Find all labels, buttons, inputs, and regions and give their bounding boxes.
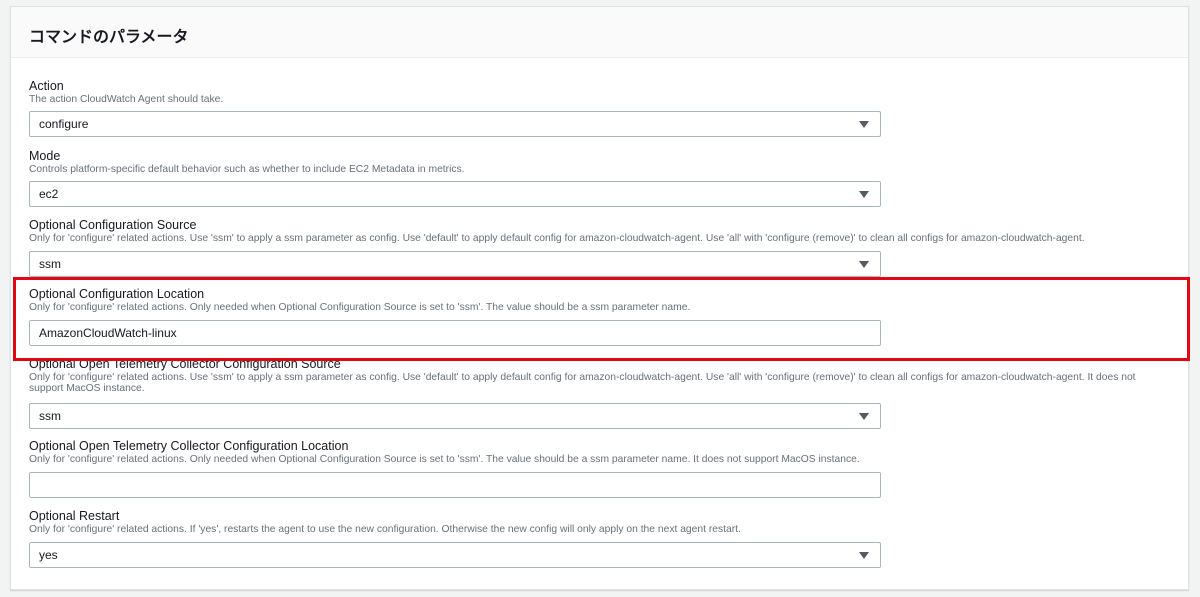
select-value: ssm [39,257,61,271]
select-value: configure [39,117,89,131]
input-value: AmazonCloudWatch-linux [39,326,177,340]
field-description: Only for 'configure' related actions. On… [29,302,691,313]
field-description: Only for 'configure' related actions. Us… [29,233,1085,244]
field-label: Optional Open Telemetry Collector Config… [29,357,341,371]
mode-select[interactable]: ec2 [29,181,881,207]
otel-configuration-source-select[interactable]: ssm [29,403,881,429]
restart-select[interactable]: yes [29,542,881,568]
field-label: Optional Restart [29,509,120,523]
field-description: Only for 'configure' related actions. Us… [29,372,1136,394]
field-label: Mode [29,149,61,163]
field-optional-restart: Optional Restart Only for 'configure' re… [29,509,1170,568]
panel-header: コマンドのパラメータ [11,7,1188,58]
select-value: ssm [39,409,61,423]
field-mode: Mode Controls platform-specific default … [29,149,1170,207]
caret-down-icon [859,413,869,420]
action-select[interactable]: configure [29,111,881,137]
select-value: ec2 [39,187,59,201]
configuration-source-select[interactable]: ssm [29,251,881,277]
otel-configuration-location-input[interactable] [29,472,881,498]
configuration-location-input[interactable]: AmazonCloudWatch-linux [29,320,881,346]
field-description: Controls platform-specific default behav… [29,164,465,175]
field-optional-configuration-location: Optional Configuration Location Only for… [29,287,1170,346]
field-description: Only for 'configure' related actions. If… [29,524,741,535]
field-action: Action The action CloudWatch Agent shoul… [29,79,1170,137]
field-label: Optional Configuration Location [29,287,205,301]
field-description: The action CloudWatch Agent should take. [29,94,224,105]
field-label: Optional Open Telemetry Collector Config… [29,439,349,453]
panel-title: コマンドのパラメータ [29,27,189,46]
field-otel-configuration-source: Optional Open Telemetry Collector Config… [29,357,1170,429]
field-otel-configuration-location: Optional Open Telemetry Collector Config… [29,439,1170,498]
field-label: Action [29,79,64,93]
command-parameters-panel: コマンドのパラメータ Action The action CloudWatch … [10,6,1189,590]
field-description: Only for 'configure' related actions. On… [29,454,860,465]
select-value: yes [39,548,58,562]
field-label: Optional Configuration Source [29,218,197,232]
caret-down-icon [859,552,869,559]
field-optional-configuration-source: Optional Configuration Source Only for '… [29,218,1170,277]
caret-down-icon [859,121,869,128]
caret-down-icon [859,191,869,198]
caret-down-icon [859,261,869,268]
